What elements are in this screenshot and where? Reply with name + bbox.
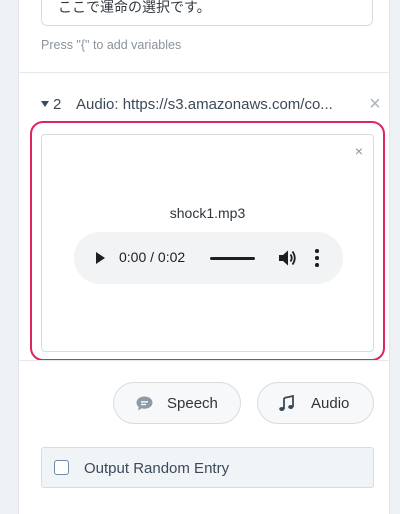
close-icon[interactable]: × <box>365 94 385 115</box>
output-random-entry-label: Output Random Entry <box>84 460 230 477</box>
audio-step-header[interactable]: 2 Audio: https://s3.amazonaws.com/co... … <box>41 94 381 116</box>
play-icon[interactable] <box>96 252 105 264</box>
audio-player[interactable]: 0:00 / 0:02 <box>74 232 343 284</box>
audio-label: Audio <box>311 395 350 412</box>
section-divider <box>19 72 389 73</box>
variables-hint: Press "{" to add variables <box>41 38 182 52</box>
more-vertical-icon[interactable] <box>314 249 320 267</box>
audio-progress-bar[interactable] <box>210 257 255 260</box>
prompt-text-value: ここで運命の選択です。 <box>58 0 211 16</box>
add-audio-button[interactable]: Audio <box>257 382 374 424</box>
caret-down-icon[interactable] <box>41 101 49 107</box>
audio-file-name: shock1.mp3 <box>169 205 246 221</box>
close-icon[interactable]: × <box>355 143 363 159</box>
checkbox-icon[interactable] <box>54 460 69 475</box>
step-editor-panel: ここで運命の選択です。 Press "{" to add variables 2… <box>18 0 390 514</box>
audio-card: × shock1.mp3 0:00 / 0:02 <box>41 134 374 352</box>
section-divider <box>19 360 389 361</box>
step-number: 2 <box>53 96 62 113</box>
music-note-icon <box>279 395 294 411</box>
audio-time: 0:00 / 0:02 <box>119 249 186 265</box>
speech-bubble-icon <box>136 396 153 411</box>
prompt-text-field[interactable]: ここで運命の選択です。 <box>41 0 373 26</box>
add-speech-button[interactable]: Speech <box>113 382 241 424</box>
speech-label: Speech <box>167 395 218 412</box>
volume-icon[interactable] <box>278 248 296 268</box>
step-title: Audio: https://s3.amazonaws.com/co... <box>76 96 333 113</box>
output-random-entry-option[interactable]: Output Random Entry <box>41 447 374 488</box>
